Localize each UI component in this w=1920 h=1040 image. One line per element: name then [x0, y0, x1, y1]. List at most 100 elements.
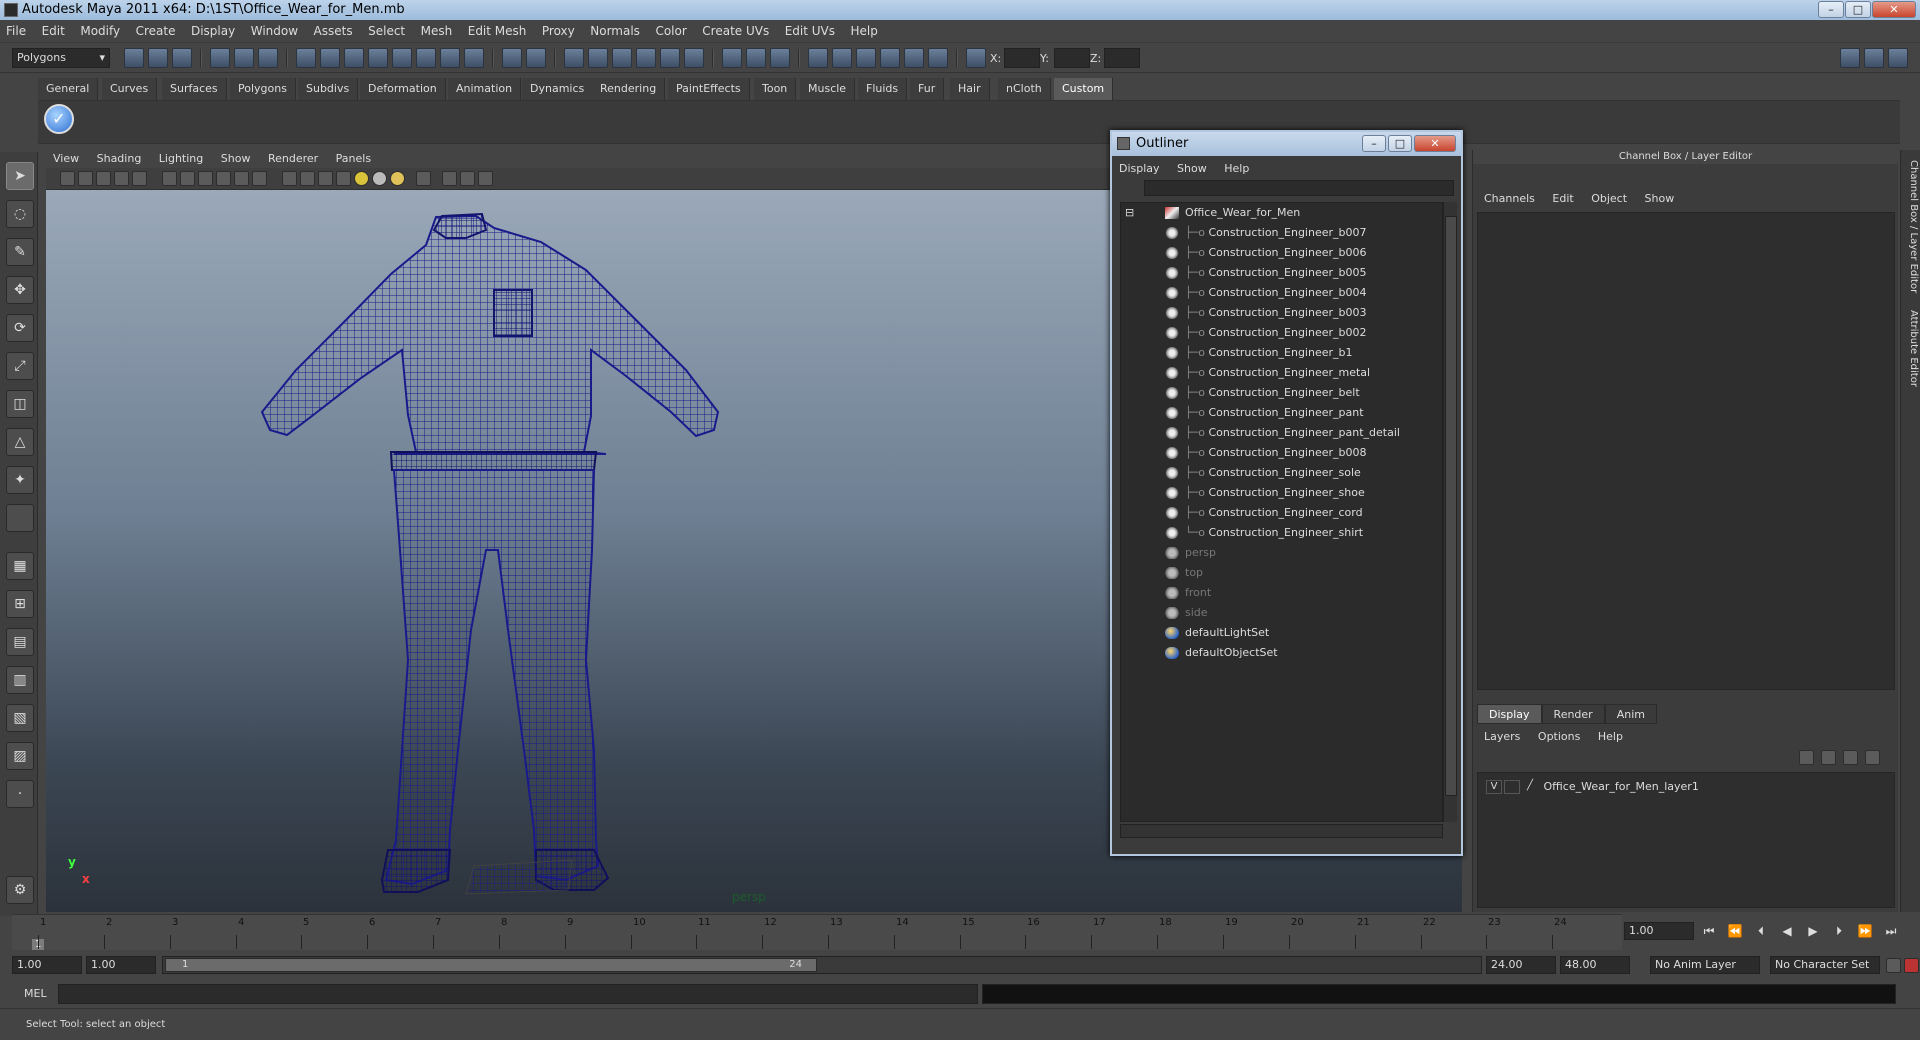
animation-preferences-icon[interactable] [1904, 958, 1919, 973]
snap-curve-icon[interactable] [320, 48, 340, 68]
outliner-filter-input[interactable] [1144, 180, 1454, 196]
outliner-graph-layout-icon[interactable]: ▨ [6, 742, 34, 770]
menu-proxy[interactable]: Proxy [536, 20, 581, 43]
outliner-item-child[interactable]: ├─o Construction_Engineer_b004 [1165, 283, 1367, 303]
shelf-tab-muscle[interactable]: Muscle [800, 78, 856, 100]
lasso-tool-icon[interactable]: ◌ [6, 200, 34, 228]
shelf-tab-fluids[interactable]: Fluids [858, 78, 908, 100]
shelf-tab-general[interactable]: General [38, 78, 99, 100]
scrollbar-thumb[interactable] [1445, 216, 1457, 796]
outliner-item-child[interactable]: └─o Construction_Engineer_shirt [1165, 523, 1363, 543]
smooth-shade-icon[interactable] [300, 171, 315, 186]
menu-normals[interactable]: Normals [584, 20, 646, 43]
outliner-title-bar[interactable]: Outliner – □ ✕ [1112, 132, 1461, 156]
layer-menu-layers[interactable]: Layers [1477, 728, 1527, 746]
safe-action-icon[interactable] [234, 171, 249, 186]
shelf-tab-animation[interactable]: Animation [448, 78, 522, 100]
single-perspective-layout-icon[interactable]: ▦ [6, 552, 34, 580]
shelf-tab-ncloth[interactable]: nCloth [998, 78, 1051, 100]
menu-edit-mesh[interactable]: Edit Mesh [462, 20, 533, 43]
toggle-panels-icon[interactable] [1864, 48, 1884, 68]
menu-edit-uvs[interactable]: Edit UVs [779, 20, 841, 43]
persp-outliner-layout-icon[interactable]: ▤ [6, 628, 34, 656]
all-lights-icon[interactable] [372, 171, 387, 186]
safe-title-icon[interactable] [252, 171, 267, 186]
hypershade-layout-icon[interactable]: ▧ [6, 704, 34, 732]
step-forward-frame-icon[interactable]: ⏵ [1830, 922, 1848, 940]
outliner-vertical-scrollbar[interactable] [1443, 202, 1457, 822]
ipr-render-icon[interactable] [612, 48, 632, 68]
checkmark-shelf-icon[interactable]: ✓ [44, 104, 74, 134]
light-icon[interactable] [880, 48, 900, 68]
z-coord-field[interactable] [1104, 48, 1140, 68]
playback-end-field[interactable]: 24.00 [1486, 956, 1556, 974]
isolate-select-icon[interactable] [416, 171, 431, 186]
hypershade-icon[interactable] [660, 48, 680, 68]
menu-color[interactable]: Color [649, 20, 692, 43]
input-ops-icon[interactable] [502, 48, 522, 68]
move-tool-icon[interactable]: ✥ [6, 276, 34, 304]
shelf-tab-fur[interactable]: Fur [910, 78, 945, 100]
viewport-menu-panels[interactable]: Panels [329, 150, 378, 168]
shelf-tab-hair[interactable]: Hair [950, 78, 990, 100]
menu-mesh[interactable]: Mesh [415, 20, 459, 43]
time-slider[interactable]: 1 12345678910111213141516171819202122232… [12, 914, 1622, 950]
select-tool-icon[interactable]: ➤ [6, 162, 34, 190]
construction-icon[interactable] [746, 48, 766, 68]
move-icon[interactable] [928, 48, 948, 68]
camera-icon[interactable] [832, 48, 852, 68]
menu-file[interactable]: File [0, 20, 32, 43]
command-input[interactable] [58, 984, 978, 1004]
range-slider[interactable]: 1 24 [162, 956, 1482, 974]
outliner-item-child[interactable]: ├─o Construction_Engineer_b008 [1165, 443, 1367, 463]
layer-menu-help[interactable]: Help [1591, 728, 1630, 746]
shelf-tab-deformation[interactable]: Deformation [360, 78, 446, 100]
layer-color-icon[interactable]: ╱ [1522, 780, 1538, 794]
panel-layout-icon[interactable] [1840, 48, 1860, 68]
grid-toggle-icon[interactable] [132, 171, 147, 186]
collapse-toggle-icon[interactable]: ⊟ [1125, 203, 1134, 223]
outliner-item-camera[interactable]: front [1165, 583, 1211, 603]
last-tool-icon[interactable] [6, 504, 34, 532]
shelf-tab-subdivs[interactable]: Subdivs [298, 78, 359, 100]
shelf-tab-polygons[interactable]: Polygons [230, 78, 296, 100]
outliner-item-camera[interactable]: persp [1165, 543, 1216, 563]
new-layer-icon[interactable] [1799, 750, 1814, 765]
playback-start-field[interactable]: 1.00 [86, 956, 156, 974]
manipulator-tool-icon[interactable]: ◫ [6, 390, 34, 418]
shelf-tab-curves[interactable]: Curves [102, 78, 158, 100]
display-icon[interactable] [808, 48, 828, 68]
select-hierarchy-icon[interactable] [210, 48, 230, 68]
open-scene-icon[interactable] [148, 48, 168, 68]
film-gate-icon[interactable] [162, 171, 177, 186]
y-coord-field[interactable] [1054, 48, 1090, 68]
channel-menu-edit[interactable]: Edit [1545, 190, 1580, 208]
menu-edit[interactable]: Edit [36, 20, 71, 43]
menu-display[interactable]: Display [185, 20, 241, 43]
character-set-dropdown[interactable]: No Character Set [1770, 956, 1880, 974]
default-lighting-icon[interactable] [354, 171, 369, 186]
outliner-maximize-button[interactable]: □ [1388, 135, 1412, 152]
outliner-item-child[interactable]: ├─o Construction_Engineer_pant_detail [1165, 423, 1400, 443]
outliner-menu-help[interactable]: Help [1217, 160, 1256, 178]
snap-point-icon[interactable] [344, 48, 364, 68]
channel-box-area[interactable] [1477, 212, 1895, 690]
play-forward-icon[interactable]: ▶ [1804, 922, 1822, 940]
gate-mask-icon[interactable] [198, 171, 213, 186]
maximize-button[interactable]: □ [1845, 1, 1871, 18]
outliner-item-camera[interactable]: top [1165, 563, 1203, 583]
outliner-item-camera[interactable]: side [1165, 603, 1208, 623]
menu-help[interactable]: Help [845, 20, 884, 43]
outliner-item-child[interactable]: ├─o Construction_Engineer_pant [1165, 403, 1364, 423]
outliner-close-button[interactable]: ✕ [1414, 135, 1456, 152]
shelf-tab-dynamics[interactable]: Dynamics [522, 78, 594, 100]
outliner-item-root[interactable]: Office_Wear_for_Men [1165, 203, 1300, 223]
current-time-field[interactable]: 1.00 [1624, 922, 1694, 940]
outliner-item-child[interactable]: ├─o Construction_Engineer_shoe [1165, 483, 1365, 503]
auto-key-icon[interactable] [1886, 958, 1901, 973]
outliner-item-child[interactable]: ├─o Construction_Engineer_b007 [1165, 223, 1367, 243]
layer-template-toggle[interactable] [1504, 780, 1520, 794]
paint-select-tool-icon[interactable]: ✎ [6, 238, 34, 266]
shelf-tab-painteffects[interactable]: PaintEffects [668, 78, 750, 100]
scale-tool-icon[interactable]: ⤢ [6, 352, 34, 380]
